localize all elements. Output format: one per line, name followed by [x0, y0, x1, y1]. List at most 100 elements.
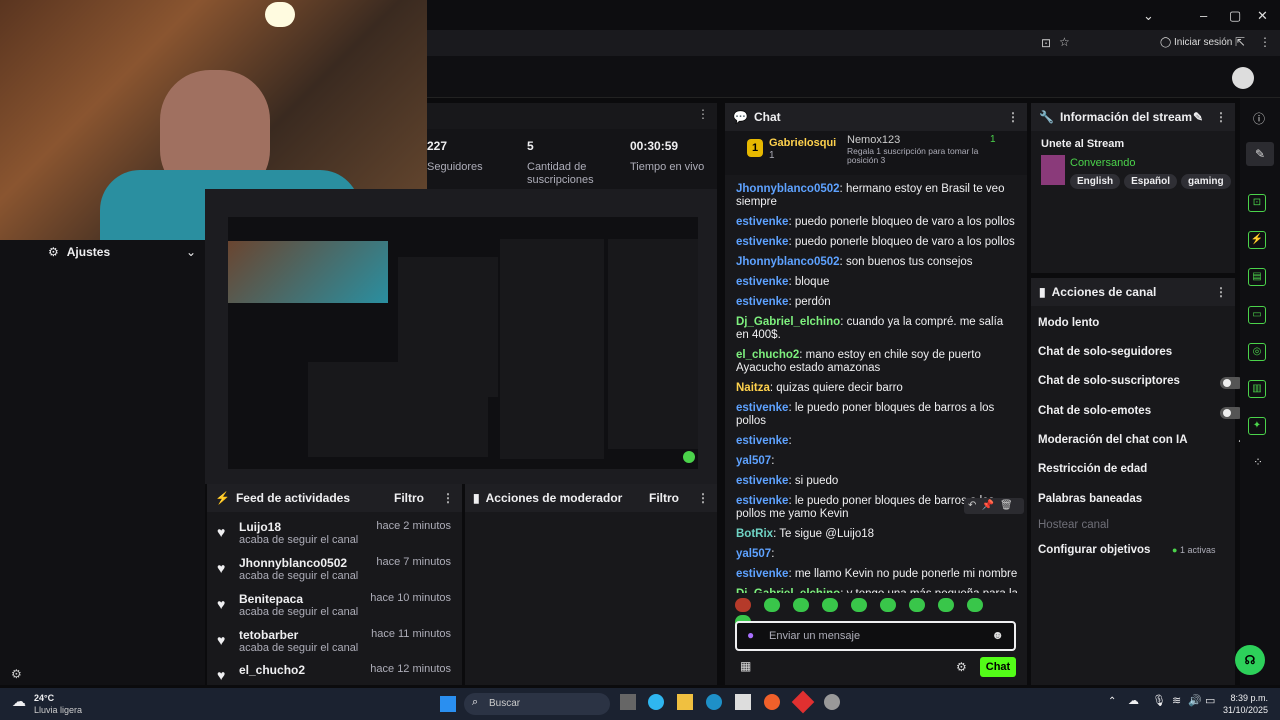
chat-username[interactable]: estivenke	[736, 568, 788, 580]
mod-filter-button[interactable]: Filtro	[649, 491, 679, 505]
tag[interactable]: Español	[1124, 174, 1178, 189]
mic-icon[interactable]: 🎙	[1152, 694, 1166, 707]
tag[interactable]: English	[1070, 174, 1121, 189]
emote-icon[interactable]	[880, 598, 896, 612]
emote-icon[interactable]	[938, 598, 954, 612]
emote-icon[interactable]	[735, 598, 751, 612]
minimize-button[interactable]: –	[1200, 8, 1207, 23]
copilot-icon[interactable]	[648, 694, 664, 710]
chatgpt-icon[interactable]	[824, 694, 840, 710]
menu-icon[interactable]: ⋮	[1259, 35, 1271, 49]
battery-icon[interactable]: ▭	[1205, 694, 1215, 707]
wifi-icon[interactable]: ≋	[1172, 694, 1181, 707]
edge-icon[interactable]	[706, 694, 722, 710]
chat-username[interactable]: yal507	[736, 548, 771, 560]
mod-menu-icon[interactable]: ⋮	[697, 491, 709, 505]
action-slow-mode[interactable]: Modo lento›	[1038, 317, 1246, 337]
actions-menu-icon[interactable]: ⋮	[1215, 285, 1227, 299]
feed-filter-button[interactable]: Filtro	[394, 491, 424, 505]
ajustes-header[interactable]: ⚙ Ajustes ⌄	[48, 245, 196, 259]
chat-username[interactable]: estivenke	[736, 296, 788, 308]
feed-menu-icon[interactable]: ⋮	[442, 491, 454, 505]
clock-time[interactable]: 8:39 p.m.	[1226, 693, 1268, 703]
onedrive-icon[interactable]: ☁	[1128, 694, 1139, 707]
microphone-icon[interactable]: ●	[747, 628, 754, 642]
chat-icon[interactable]: ▭	[1248, 306, 1266, 324]
chat-username[interactable]: yal507	[736, 455, 771, 467]
emote-icon[interactable]	[851, 598, 867, 612]
chat-username[interactable]: estivenke	[736, 216, 788, 228]
chat-username[interactable]: Dj_Gabriel_elchino	[736, 588, 840, 593]
emoji-icon[interactable]: ☻	[991, 628, 1004, 642]
crop-icon[interactable]: ⊡	[1248, 194, 1266, 212]
chat-username[interactable]: Dj_Gabriel_elchino	[736, 316, 840, 328]
action-followers-only[interactable]: Chat de solo-seguidores›	[1038, 346, 1246, 366]
chat-username[interactable]: Naitza	[736, 382, 770, 394]
apps-icon[interactable]: ⁘	[1253, 455, 1263, 469]
maximize-button[interactable]: ▢	[1229, 8, 1241, 24]
star-icon[interactable]: ☆	[1059, 35, 1070, 49]
layout-icon[interactable]: ▥	[1248, 380, 1266, 398]
chat-username[interactable]: estivenke	[736, 475, 788, 487]
bolt-icon[interactable]: ⚡	[1248, 231, 1266, 249]
action-banned-words[interactable]: Palabras baneadas›	[1038, 493, 1246, 513]
pencil-icon[interactable]: ✎	[1246, 142, 1274, 166]
file-explorer-icon[interactable]	[677, 694, 693, 710]
document-icon[interactable]: ▤	[1248, 268, 1266, 286]
chat-username[interactable]: estivenke	[736, 495, 788, 507]
leader-2-name[interactable]: Nemox123	[847, 134, 900, 146]
leader-1-name[interactable]: Gabrielosqui	[769, 137, 836, 149]
settings-gear-icon[interactable]: ⚙	[11, 667, 22, 681]
chat-username[interactable]: el_chucho2	[736, 349, 799, 361]
chat-username[interactable]: estivenke	[736, 435, 788, 447]
chat-menu-icon[interactable]: ⋮	[1007, 110, 1019, 124]
wrench-icon[interactable]: ✦	[1248, 417, 1266, 435]
chat-settings-icon[interactable]: ⚙	[956, 660, 967, 674]
action-configure-goals[interactable]: Configurar objetivos● 1 activas›	[1038, 544, 1246, 564]
chat-username[interactable]: BotRix	[736, 528, 773, 540]
extensions-icon[interactable]: ⇱	[1235, 35, 1245, 49]
volume-icon[interactable]: 🔊	[1188, 694, 1202, 707]
support-icon[interactable]: ☊	[1235, 645, 1265, 675]
broadcast-icon[interactable]: ◎	[1248, 343, 1266, 361]
stats-menu-icon[interactable]: ⋮	[697, 107, 709, 121]
emote-icon[interactable]	[967, 598, 983, 612]
clock-date[interactable]: 31/10/2025	[1218, 705, 1268, 715]
info-menu-icon[interactable]: ⋮	[1215, 110, 1227, 124]
send-chat-button[interactable]: Chat	[980, 657, 1016, 677]
taskbar-search[interactable]: ⌕ Buscar	[464, 693, 610, 715]
message-actions[interactable]: ↶ 📌 🗑	[964, 498, 1024, 514]
app-icon[interactable]	[791, 690, 815, 714]
chat-username[interactable]: estivenke	[736, 236, 788, 248]
action-age-restriction[interactable]: Restricción de edad›	[1038, 463, 1246, 483]
avatar[interactable]	[1232, 67, 1254, 89]
category-link[interactable]: Conversando	[1070, 157, 1135, 169]
store-icon[interactable]	[735, 694, 751, 710]
chat-username[interactable]: Jhonnyblanco0502	[736, 256, 840, 268]
emote-bar[interactable]	[735, 598, 1020, 629]
emote-icon[interactable]	[822, 598, 838, 612]
chat-input[interactable]: ● Enviar un mensaje ☻	[735, 621, 1016, 651]
emote-icon[interactable]	[793, 598, 809, 612]
tag[interactable]: gaming	[1181, 174, 1231, 189]
firefox-icon[interactable]	[764, 694, 780, 710]
login-button[interactable]: ◯ Iniciar sesión	[1160, 37, 1232, 48]
tray-chevron-up-icon[interactable]: ⌃	[1108, 696, 1116, 707]
action-subs-only[interactable]: Chat de solo-suscriptores	[1038, 375, 1244, 395]
emote-icon[interactable]	[764, 598, 780, 612]
weather-temp[interactable]: 24°C	[34, 693, 54, 703]
address-bar[interactable]: ⊡ ☆ ◯ Iniciar sesión ⇱ ⋮	[427, 30, 1280, 56]
info-icon[interactable]: ⓘ	[1253, 110, 1265, 127]
chevron-down-icon[interactable]: ⌄	[1143, 8, 1154, 24]
chat-username[interactable]: estivenke	[736, 276, 788, 288]
emote-icon[interactable]	[909, 598, 925, 612]
store-icon[interactable]: ▦	[740, 659, 751, 673]
edit-icon[interactable]: ✎	[1193, 110, 1203, 124]
screenshot-icon[interactable]: ⊡	[1041, 36, 1051, 50]
taskview-icon[interactable]	[620, 694, 636, 710]
action-emotes-only[interactable]: Chat de solo-emotes	[1038, 405, 1244, 425]
close-button[interactable]: ✕	[1257, 8, 1268, 24]
windows-start-icon[interactable]	[440, 696, 456, 712]
action-ai-moderation[interactable]: Moderación del chat con IA↗	[1038, 434, 1246, 454]
chat-username[interactable]: Jhonnyblanco0502	[736, 183, 840, 195]
